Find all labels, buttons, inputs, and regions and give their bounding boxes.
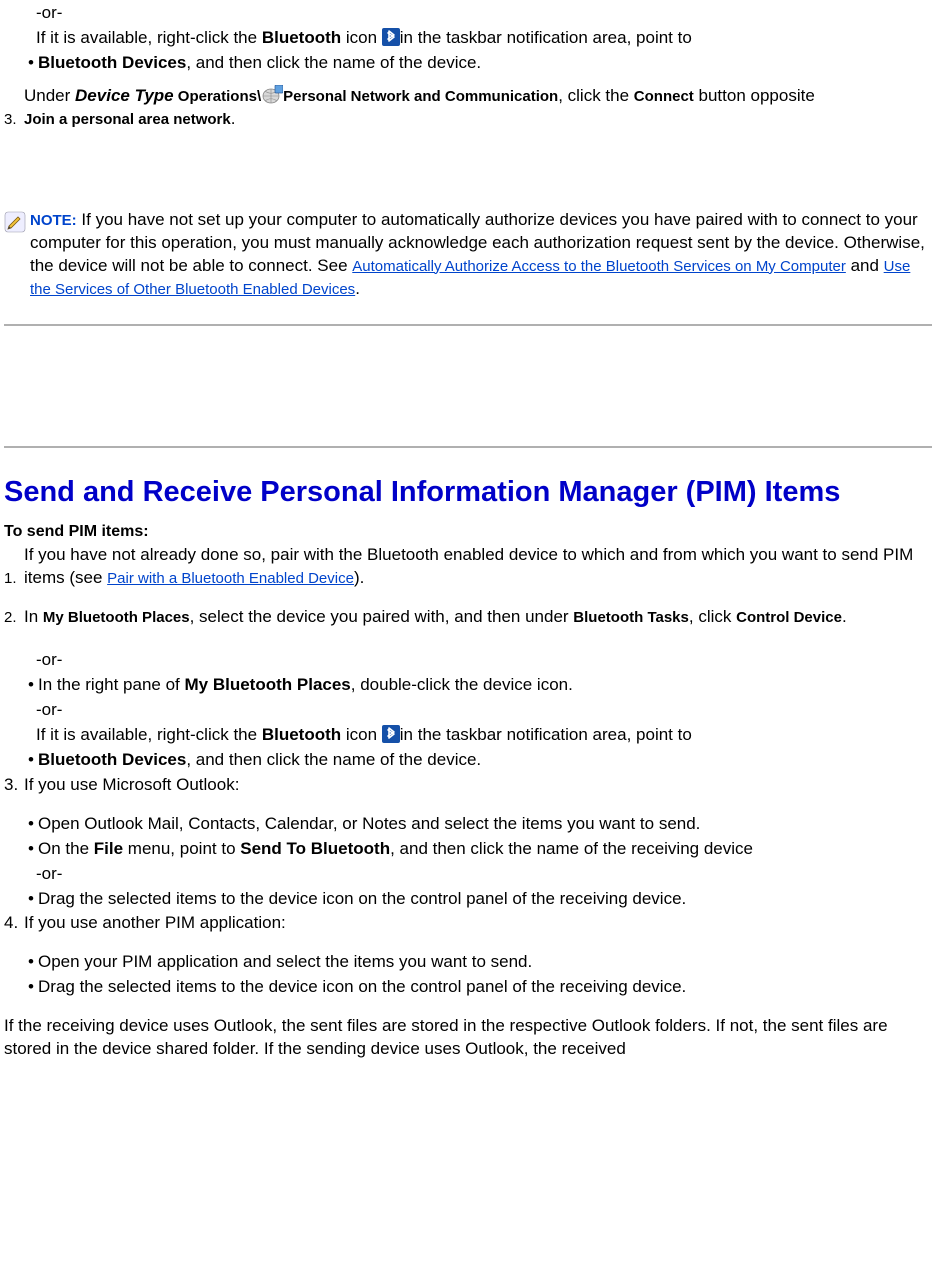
s3-b1: Open Outlook Mail, Contacts, Calendar, o… [38, 813, 700, 836]
control-device: Control Device [736, 609, 842, 626]
text: , select the device you paired with, and… [190, 607, 574, 626]
step-4-text: If you use another PIM application: [24, 912, 932, 935]
step-4-number: 4. [4, 912, 24, 935]
device-type: Device Type [75, 86, 174, 105]
text: button opposite [694, 86, 815, 105]
text: If it is available, right-click the [36, 725, 262, 744]
step-2-text: In My Bluetooth Places, select the devic… [24, 606, 932, 629]
s3-b2: On the File menu, point to Send To Bluet… [38, 838, 753, 861]
divider [4, 446, 932, 448]
text: and [846, 256, 884, 275]
step-1-text: If you have not already done so, pair wi… [24, 544, 932, 590]
text: . [355, 279, 360, 298]
alt2-line: If it is available, right-click the Blue… [4, 724, 932, 747]
text: On the [38, 839, 94, 858]
bullet: • [28, 976, 38, 999]
bluetooth-devices: Bluetooth Devices [38, 53, 186, 72]
bullet: • [28, 838, 38, 861]
text: in the taskbar notification area, point … [400, 725, 692, 744]
pair-device-link[interactable]: Pair with a Bluetooth Enabled Device [107, 570, 354, 587]
step-1-number: 1. [4, 567, 24, 590]
my-bluetooth-places: My Bluetooth Places [43, 609, 190, 626]
s3-b3: Drag the selected items to the device ic… [38, 888, 686, 911]
text: In [24, 607, 43, 626]
join-pan-line: Join a personal area network. [24, 108, 932, 131]
text: , click [689, 607, 736, 626]
bluetooth-tasks: Bluetooth Tasks [573, 609, 689, 626]
bluetooth-icon [382, 28, 400, 46]
text: , click the [558, 86, 634, 105]
text: , double-click the device icon. [351, 675, 573, 694]
or-text: -or- [4, 699, 932, 722]
pnc-label: Personal Network and Communication [283, 88, 558, 105]
text: , and then click the name of the device. [186, 53, 481, 72]
text: Under [24, 86, 75, 105]
bullet: • [28, 749, 38, 772]
bullet: • [28, 674, 38, 697]
s4-b2: Drag the selected items to the device ic… [38, 976, 686, 999]
or-text: -or- [4, 649, 932, 672]
text: . [842, 607, 847, 626]
divider [4, 324, 932, 326]
to-send-label: To send PIM items: [4, 521, 932, 543]
join-pan: Join a personal area network [24, 111, 231, 128]
step-3-number: 3. [4, 108, 24, 131]
bluetooth-devices-line: Bluetooth Devices, and then click the na… [38, 52, 481, 75]
my-bluetooth-places-bold: My Bluetooth Places [185, 675, 351, 694]
text: If it is available, right-click the [36, 28, 262, 47]
bluetooth-icon [382, 725, 400, 743]
step-3-text: If you use Microsoft Outlook: [24, 774, 932, 797]
connect-label: Connect [634, 88, 694, 105]
step-3-text: Under Device Type Operations\ Personal N… [24, 85, 932, 108]
bluetooth-word: Bluetooth [262, 725, 341, 744]
network-share-icon [261, 85, 283, 105]
text: , and then click the name of the receivi… [390, 839, 753, 858]
note-label: NOTE: [30, 212, 77, 229]
pim-heading: Send and Receive Personal Information Ma… [4, 474, 932, 510]
text: icon [341, 28, 382, 47]
operations-label: Operations\ [174, 88, 262, 105]
text: . [231, 109, 236, 128]
rightclick-bt-line: If it is available, right-click the Blue… [4, 27, 932, 50]
bluetooth-devices: Bluetooth Devices [38, 750, 186, 769]
or-text: -or- [4, 863, 932, 886]
send-to-bluetooth: Send To Bluetooth [240, 839, 390, 858]
bullet: • [28, 813, 38, 836]
bullet: • [28, 951, 38, 974]
file-menu: File [94, 839, 123, 858]
alt2-tail: Bluetooth Devices, and then click the na… [38, 749, 481, 772]
text: icon [341, 725, 382, 744]
text: ). [354, 568, 364, 587]
text: menu, point to [123, 839, 240, 858]
text: , and then click the name of the device. [186, 750, 481, 769]
step-3-number: 3. [4, 774, 24, 797]
note-pencil-icon [4, 209, 30, 233]
bullet: • [28, 888, 38, 911]
bullet: • [28, 52, 38, 75]
auto-authorize-link[interactable]: Automatically Authorize Access to the Bl… [352, 258, 846, 275]
alt1-text: In the right pane of My Bluetooth Places… [38, 674, 573, 697]
text: in the taskbar notification area, point … [400, 28, 692, 47]
text: In the right pane of [38, 675, 185, 694]
step-2-number: 2. [4, 606, 24, 629]
note-body: NOTE: If you have not set up your comput… [30, 209, 926, 301]
bluetooth-word: Bluetooth [262, 28, 341, 47]
s4-b1: Open your PIM application and select the… [38, 951, 532, 974]
footer-paragraph: If the receiving device uses Outlook, th… [4, 1015, 932, 1061]
or-text: -or- [4, 2, 932, 25]
